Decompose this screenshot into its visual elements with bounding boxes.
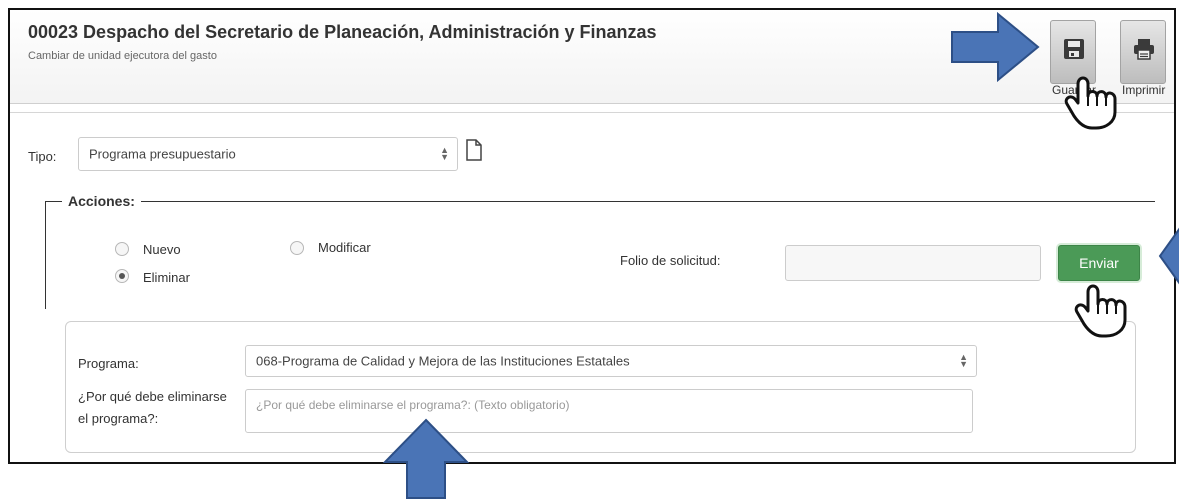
motivo-textarea[interactable]: ¿Por qué debe eliminarse el programa?: (… xyxy=(245,389,973,433)
floppy-disk-icon xyxy=(1064,39,1084,59)
up-arrow-icon xyxy=(383,418,469,499)
right-arrow-icon xyxy=(951,12,1040,82)
left-arrow-icon xyxy=(1158,227,1179,285)
tipo-select-value: Programa presupuestario xyxy=(89,146,236,162)
radio-modificar-label: Modificar xyxy=(318,240,371,255)
hand-cursor-icon xyxy=(1064,76,1117,130)
motivo-label-line1: ¿Por qué debe eliminarse xyxy=(78,389,227,404)
folio-label: Folio de solicitud: xyxy=(620,253,721,268)
programa-label: Programa: xyxy=(78,356,139,371)
select-arrows-icon: ▲ ▼ xyxy=(959,352,968,369)
programa-select[interactable]: 068-Programa de Calidad y Mejora de las … xyxy=(245,345,977,377)
programa-panel xyxy=(65,321,1136,453)
select-arrows-icon: ▲ ▼ xyxy=(440,145,449,162)
acciones-legend: Acciones: xyxy=(62,193,141,209)
radio-nuevo-label: Nuevo xyxy=(143,242,181,257)
radio-eliminar[interactable] xyxy=(115,269,129,283)
page-title: 00023 Despacho del Secretario de Planeac… xyxy=(28,22,657,42)
page-subtitle: Cambiar de unidad ejecutora del gasto xyxy=(28,50,217,62)
radio-modificar[interactable] xyxy=(290,241,304,255)
tipo-select[interactable]: Programa presupuestario ▲ ▼ xyxy=(78,137,458,171)
radio-eliminar-label: Eliminar xyxy=(143,270,190,285)
tipo-label: Tipo: xyxy=(28,149,57,164)
motivo-label-line2: el programa?: xyxy=(78,411,159,426)
new-document-icon[interactable] xyxy=(466,139,482,161)
programa-select-value: 068-Programa de Calidad y Mejora de las … xyxy=(256,353,630,369)
folio-input[interactable] xyxy=(785,245,1041,281)
radio-nuevo[interactable] xyxy=(115,242,129,256)
printer-icon xyxy=(1134,39,1154,60)
form-content: Tipo: Programa presupuestario ▲ ▼ Accione… xyxy=(10,112,1174,462)
hand-cursor-icon xyxy=(1074,284,1127,338)
